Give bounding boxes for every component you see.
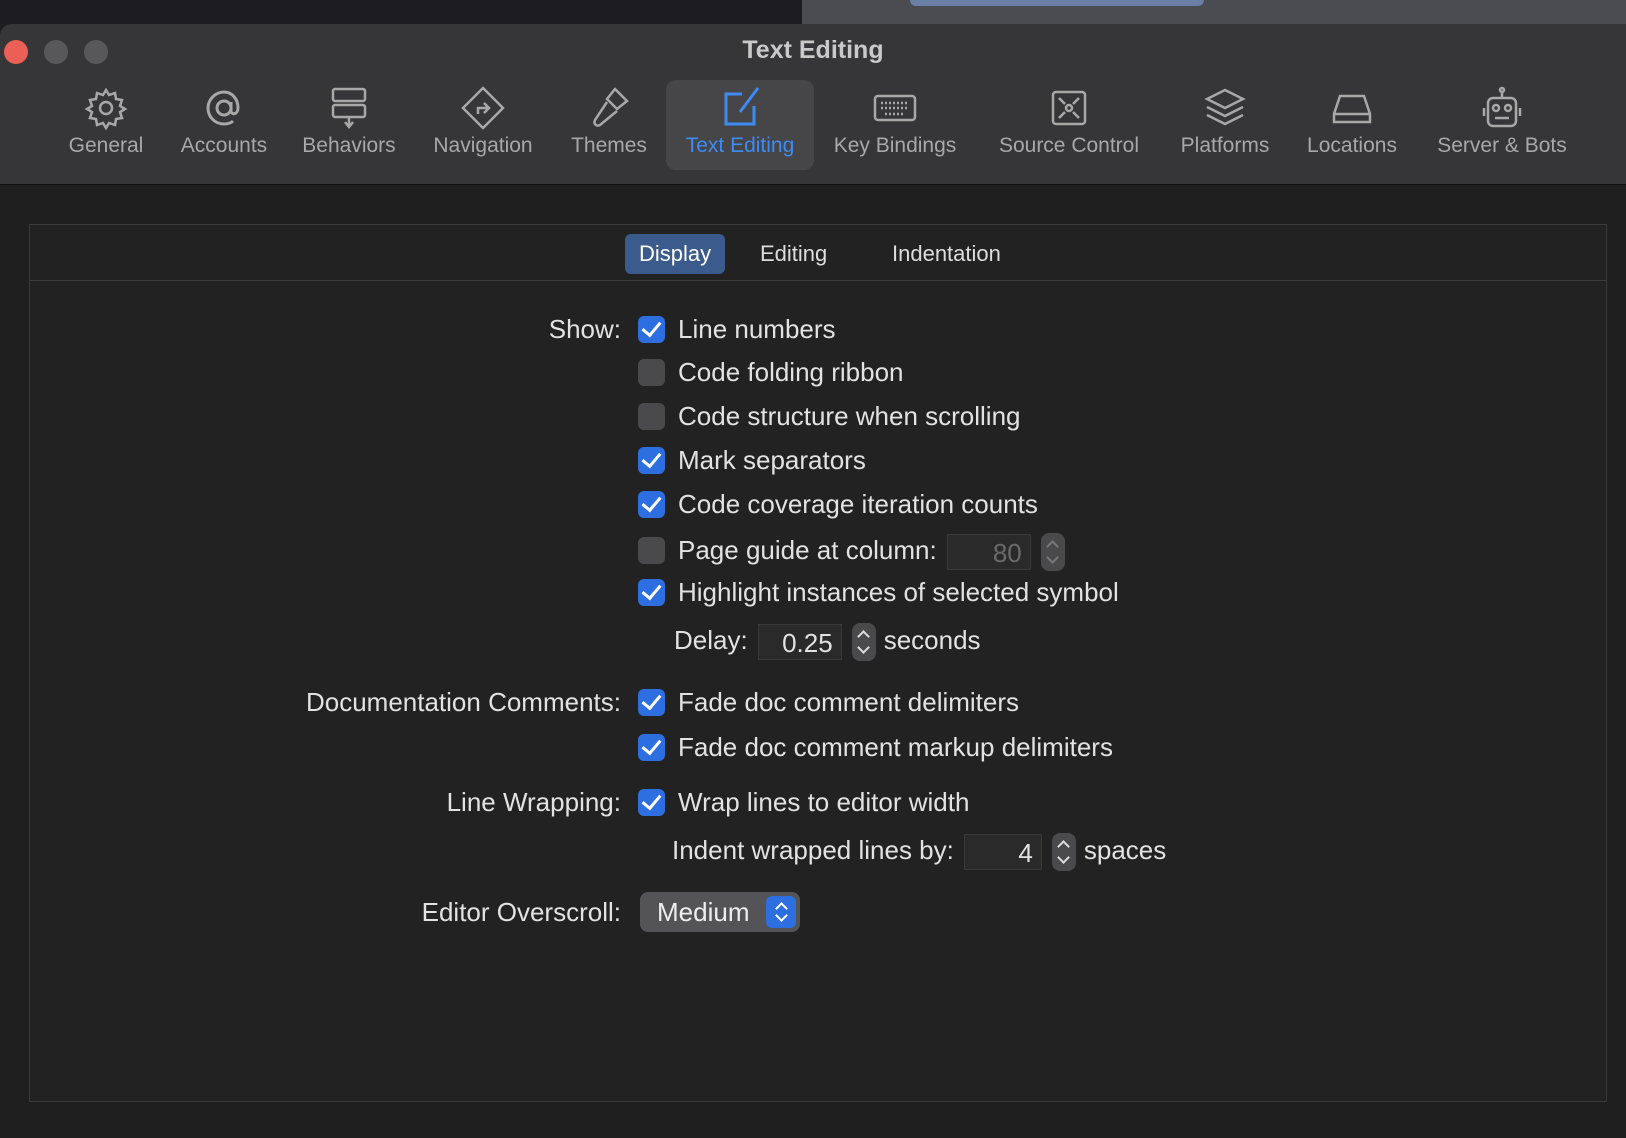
delay-row: Delay: 0.25 seconds (674, 623, 981, 661)
indent-row: Indent wrapped lines by: 4 spaces (672, 833, 1167, 871)
checkbox-label: Fade doc comment delimiters (678, 687, 1020, 717)
delay-stepper[interactable] (851, 623, 876, 661)
indent-unit: spaces (1083, 834, 1167, 865)
tab-display[interactable]: Display (625, 234, 726, 274)
toolbar-accounts[interactable]: Accounts (166, 80, 282, 170)
toolbar-key-bindings[interactable]: Key Bindings (818, 80, 972, 170)
background-window (0, 0, 802, 26)
drive-icon (1332, 94, 1372, 124)
behaviors-icon (331, 87, 367, 130)
indent-stepper[interactable] (1051, 833, 1076, 871)
toolbar-locations[interactable]: Locations (1290, 80, 1414, 170)
checkbox-label: Page guide at column: (678, 534, 937, 565)
toolbar-label: General (68, 134, 144, 157)
checkbox-checked[interactable] (638, 788, 665, 816)
delay-unit: seconds (883, 624, 981, 655)
toolbar-label: Locations (1307, 134, 1397, 157)
indent-field[interactable]: 4 (963, 834, 1042, 870)
wrap-lines-checkbox[interactable]: Wrap lines to editor width (638, 787, 969, 817)
line-numbers-checkbox[interactable]: Line numbers (638, 314, 836, 344)
delay-label: Delay: (674, 624, 748, 655)
background-pill (910, 0, 1204, 6)
page-guide-row: Page guide at column: 80 (638, 533, 1073, 571)
brush-icon (593, 87, 629, 127)
checkbox-label: Code structure when scrolling (678, 401, 1021, 431)
checkbox-unchecked[interactable] (638, 402, 665, 430)
coverage-checkbox[interactable]: Code coverage iteration counts (638, 489, 1038, 519)
tab-indentation[interactable]: Indentation (878, 234, 1015, 274)
toolbar-label: Source Control (998, 134, 1140, 157)
pencil-square-icon (724, 87, 760, 126)
checkbox-checked[interactable] (638, 446, 665, 474)
source-control-icon (1051, 90, 1087, 126)
fade-markup-checkbox[interactable]: Fade doc comment markup delimiters (638, 732, 1113, 762)
checkbox-unchecked[interactable] (638, 358, 665, 386)
toolbar-navigation[interactable]: Navigation (418, 80, 548, 170)
page-guide-checkbox[interactable] (638, 536, 665, 564)
overscroll-value: Medium (657, 897, 750, 927)
checkbox-label: Line numbers (678, 314, 836, 344)
delay-field[interactable]: 0.25 (757, 624, 842, 660)
background-window-right (802, 0, 1626, 26)
indent-label: Indent wrapped lines by: (672, 834, 954, 865)
page-guide-column-field[interactable]: 80 (946, 534, 1031, 570)
checkbox-label: Wrap lines to editor width (678, 787, 970, 817)
toolbar-label: Platforms (1180, 134, 1270, 157)
toolbar-label: Server & Bots (1437, 134, 1567, 157)
preferences-window: Text Editing General Accounts Behaviors … (0, 24, 1626, 1138)
checkbox-label: Highlight instances of selected symbol (678, 577, 1119, 607)
titlebar: Text Editing General Accounts Behaviors … (0, 24, 1626, 185)
navigation-icon (461, 86, 505, 130)
checkbox-checked[interactable] (638, 688, 665, 716)
at-icon (206, 90, 240, 126)
keyboard-icon (873, 94, 917, 122)
checkbox-checked[interactable] (638, 315, 665, 343)
mark-separators-checkbox[interactable]: Mark separators (638, 445, 866, 475)
toolbar-label: Accounts (180, 134, 268, 157)
checkbox-label: Code folding ribbon (678, 357, 904, 387)
robot-icon (1482, 86, 1522, 128)
tab-editing[interactable]: Editing (746, 234, 841, 274)
checkbox-label: Mark separators (678, 445, 866, 475)
checkbox-label: Code coverage iteration counts (678, 489, 1038, 519)
toolbar-general[interactable]: General (52, 80, 160, 170)
show-label: Show: (548, 314, 621, 344)
window-title: Text Editing (742, 36, 884, 64)
toolbar-source-control[interactable]: Source Control (978, 80, 1160, 170)
toolbar-themes[interactable]: Themes (556, 80, 662, 170)
checkbox-checked[interactable] (638, 490, 665, 518)
code-folding-checkbox[interactable]: Code folding ribbon (638, 357, 904, 387)
chevron-up-down-icon (766, 896, 796, 928)
overscroll-label: Editor Overscroll: (421, 897, 621, 927)
toolbar-label: Key Bindings (833, 134, 957, 157)
toolbar-label: Navigation (433, 134, 533, 157)
highlight-checkbox[interactable]: Highlight instances of selected symbol (638, 577, 1119, 607)
settings-panel: Display Editing Indentation (29, 224, 1607, 1102)
checkbox-label: Fade doc comment markup delimiters (678, 732, 1113, 762)
toolbar-text-editing[interactable]: Text Editing (666, 80, 814, 170)
toolbar-label: Themes (571, 134, 647, 157)
fade-delims-checkbox[interactable]: Fade doc comment delimiters (638, 687, 1019, 717)
page-guide-stepper[interactable] (1040, 533, 1065, 571)
toolbar-label: Behaviors (302, 134, 396, 157)
overscroll-popup[interactable]: Medium (640, 892, 800, 932)
toolbar-platforms[interactable]: Platforms (1166, 80, 1284, 170)
toolbar-server-bots[interactable]: Server & Bots (1420, 80, 1584, 170)
checkbox-checked[interactable] (638, 733, 665, 761)
layers-icon (1204, 88, 1246, 126)
toolbar-label: Text Editing (685, 134, 795, 157)
checkbox-checked[interactable] (638, 578, 665, 606)
tab-bar: Display Editing Indentation (30, 225, 1606, 281)
gear-icon (84, 87, 128, 130)
doc-comments-label: Documentation Comments: (305, 687, 621, 717)
toolbar-behaviors[interactable]: Behaviors (288, 80, 410, 170)
line-wrapping-label: Line Wrapping: (446, 787, 621, 817)
code-structure-checkbox[interactable]: Code structure when scrolling (638, 401, 1021, 431)
